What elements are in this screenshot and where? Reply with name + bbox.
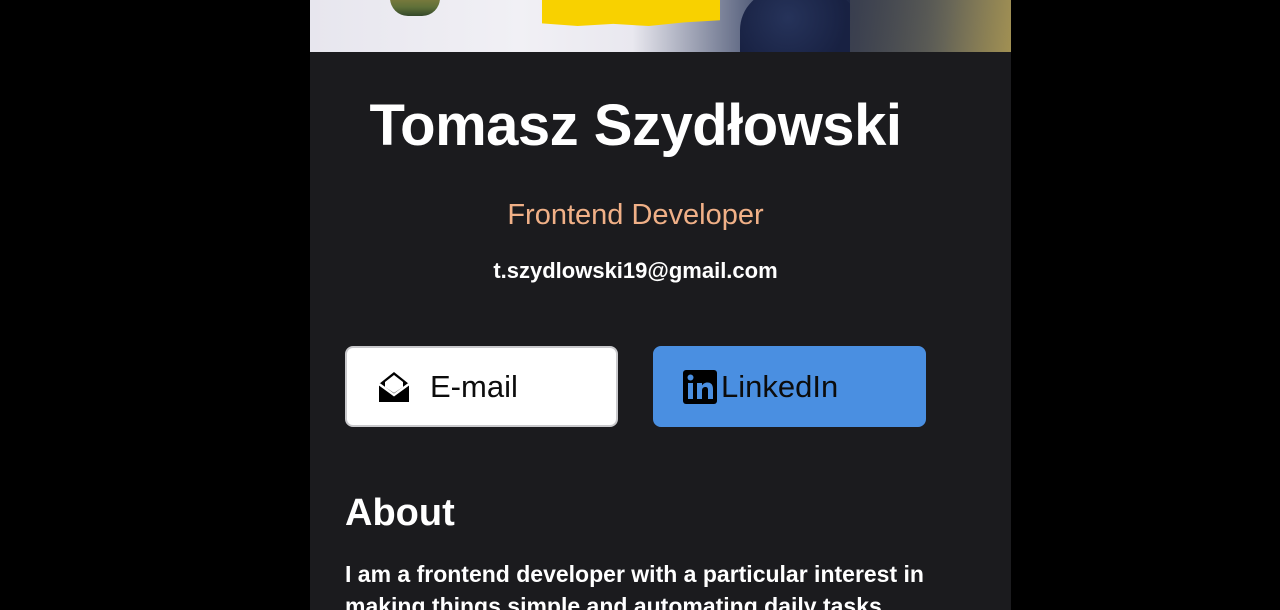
photo-yellow-detail bbox=[542, 0, 720, 26]
profile-email: t.szydlowski19@gmail.com bbox=[493, 258, 778, 283]
profile-photo bbox=[310, 0, 1011, 52]
about-text: I am a frontend developer with a particu… bbox=[345, 561, 924, 610]
photo-plant-detail bbox=[390, 0, 440, 16]
photo-background-detail bbox=[850, 0, 1011, 52]
envelope-open-icon bbox=[375, 368, 413, 406]
linkedin-button[interactable]: LinkedIn bbox=[653, 346, 926, 427]
email-button-label: E-mail bbox=[430, 368, 518, 404]
about-heading: About bbox=[345, 492, 455, 534]
photo-jacket-detail bbox=[740, 0, 860, 52]
profile-role: Frontend Developer bbox=[507, 199, 764, 231]
linkedin-icon bbox=[682, 369, 718, 405]
profile-name: Tomasz Szydłowski bbox=[369, 93, 902, 158]
email-button[interactable]: E-mail bbox=[345, 346, 618, 427]
linkedin-button-label: LinkedIn bbox=[721, 368, 839, 404]
profile-card: Tomasz Szydłowski Frontend Developer t.s… bbox=[310, 0, 1011, 610]
